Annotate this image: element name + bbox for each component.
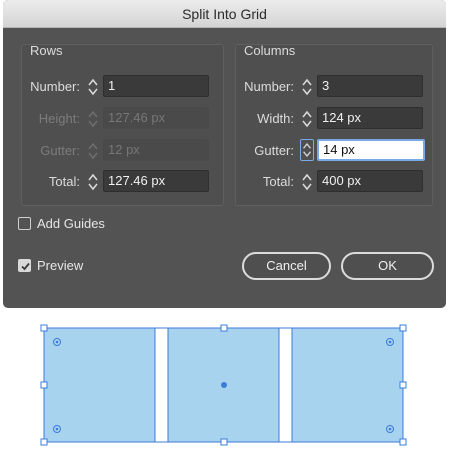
rows-gutter-input: 12 px [103,139,209,161]
split-grid-preview [40,324,407,446]
columns-total-row: Total: 400 px [236,170,434,194]
rows-total-label: Total: [48,174,80,189]
cancel-button[interactable]: Cancel [242,252,331,280]
dialog-titlebar[interactable]: Split Into Grid [3,0,446,28]
columns-number-label: Number: [244,79,294,94]
add-guides-checkbox-box[interactable] [18,217,31,230]
add-guides-checkbox[interactable]: Add Guides [18,216,158,232]
columns-width-label: Width: [257,111,294,126]
rows-gutter-stepper [86,141,100,161]
columns-gutter-row: Gutter: 14 px [236,139,434,163]
stepper-arrows-icon [88,78,98,96]
columns-width-stepper[interactable] [300,109,314,129]
rows-height-label: Height: [38,111,80,126]
split-into-grid-dialog: Split Into Grid Rows Number: 1 Height: 1… [3,0,446,308]
handle-top-left[interactable] [40,324,48,332]
columns-total-stepper[interactable] [300,172,314,192]
stepper-arrows-icon [88,110,98,128]
checkmark-icon [21,262,30,271]
columns-gutter-label: Gutter: [254,143,294,158]
rows-group-title: Rows [30,43,63,58]
rows-number-label: Number: [30,79,80,94]
columns-gutter-stepper[interactable] [300,139,314,161]
handle-bottom-right[interactable] [399,438,407,446]
preview-checkbox-box[interactable] [18,259,31,272]
ok-button[interactable]: OK [341,252,434,280]
rows-number-row: Number: 1 [22,75,225,99]
handle-middle-left[interactable] [40,381,48,389]
handle-middle-right[interactable] [399,381,407,389]
preview-label[interactable]: Preview [37,258,83,273]
stepper-arrows-icon [302,173,312,191]
columns-group-title: Columns [244,43,296,58]
stepper-arrows-icon [88,142,98,160]
handle-bottom-center[interactable] [220,438,228,446]
rows-height-row: Height: 127.46 px [22,107,225,131]
stepper-arrows-icon [88,173,98,191]
stepper-arrows-icon [302,110,312,128]
columns-group: Columns Number: 3 Width: 124 px Gutter: … [235,43,434,206]
rows-total-stepper[interactable] [86,172,100,192]
columns-width-row: Width: 124 px [236,107,434,131]
rows-height-stepper [86,109,100,129]
columns-total-input[interactable]: 400 px [317,170,423,192]
grid-cell-1[interactable] [43,327,156,443]
preview-checkbox[interactable]: Preview [18,258,138,274]
rows-gutter-label: Gutter: [40,143,80,158]
rows-total-row: Total: 127.46 px [22,170,225,194]
dialog-title: Split Into Grid [182,6,267,22]
rows-total-input[interactable]: 127.46 px [103,170,209,192]
columns-number-input[interactable]: 3 [317,75,423,97]
handle-bottom-left[interactable] [40,438,48,446]
handle-top-center[interactable] [220,324,228,332]
center-point-icon [221,382,227,388]
columns-number-stepper[interactable] [300,77,314,97]
rows-number-stepper[interactable] [86,77,100,97]
stepper-arrows-icon [302,78,312,96]
rows-gutter-row: Gutter: 12 px [22,139,225,163]
add-guides-label[interactable]: Add Guides [37,216,105,231]
columns-width-input[interactable]: 124 px [317,107,423,129]
grid-cell-3[interactable] [291,327,404,443]
rows-height-input: 127.46 px [103,107,209,129]
columns-total-label: Total: [262,174,294,189]
handle-top-right[interactable] [399,324,407,332]
stepper-arrows-icon [303,142,311,158]
rows-group: Rows Number: 1 Height: 127.46 px Gutter:… [21,43,225,206]
rows-number-input[interactable]: 1 [103,75,209,97]
columns-number-row: Number: 3 [236,75,434,99]
columns-gutter-input[interactable]: 14 px [317,139,425,161]
